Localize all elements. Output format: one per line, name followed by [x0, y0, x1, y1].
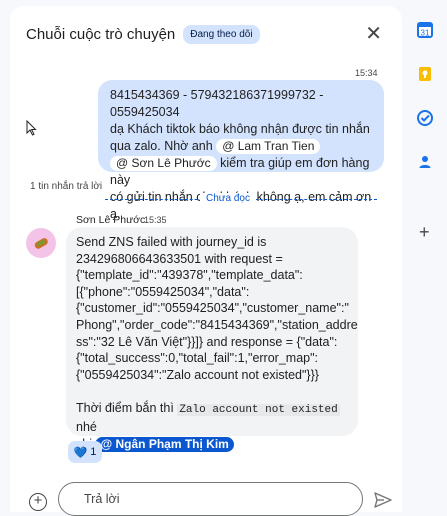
- mention-chip[interactable]: @ Ngân Phạm Thị Kim: [95, 436, 234, 452]
- message-line: chị @ Ngân Phạm Thị Kim: [76, 436, 348, 453]
- inline-code: Zalo account not existed: [177, 404, 340, 417]
- message-time: 15:34: [355, 68, 378, 78]
- contacts-icon[interactable]: [417, 154, 433, 170]
- message-text: qua zalo. Nhờ anh: [110, 139, 217, 153]
- reply-message-bubble: Send ZNS failed with journey_id is 23429…: [66, 227, 358, 452]
- send-icon[interactable]: [374, 492, 392, 508]
- add-icon[interactable]: +: [29, 493, 47, 511]
- avatar[interactable]: [26, 228, 56, 258]
- blue-heart-icon: 💙: [73, 446, 88, 459]
- message-text: Thời điểm bắn thì: [76, 401, 178, 416]
- message-line: ss":"32 Lê Văn Việt"}}]} and response = …: [76, 334, 338, 349]
- calendar-icon[interactable]: 31: [417, 22, 433, 38]
- message-line: {"0559425034":"Zalo account not existed"…: [76, 367, 319, 382]
- thread-title: Chuỗi cuộc trò chuyện: [26, 25, 176, 43]
- message-text: nhé: [76, 419, 97, 434]
- message-line: [{"phone":"0559425034","data":: [76, 284, 250, 299]
- message-time: 15:35: [144, 215, 167, 225]
- mention-chip[interactable]: @ Sơn Lê Phước: [110, 156, 217, 171]
- add-icon[interactable]: +: [419, 222, 430, 243]
- unread-label: Chưa đọc: [200, 193, 256, 204]
- original-message-bubble: 8415434369 - 579432186371999732 - 055942…: [98, 80, 384, 221]
- message-line: dạ Khách tiktok báo không nhận được tin …: [110, 122, 370, 136]
- message-line: {"template_id":"439378","template_data":: [76, 268, 303, 283]
- message-line: 8415434369 - 579432186371999732 - 055942…: [110, 88, 324, 119]
- message-line: @ Sơn Lê Phước kiểm tra giúp em đơn hàng…: [110, 155, 374, 189]
- message-line: Thời điểm bắn thì Zalo account not exist…: [76, 400, 348, 435]
- reply-count: 1 tin nhắn trả lời: [30, 181, 103, 192]
- reaction-count: 1: [90, 446, 97, 458]
- close-icon[interactable]: ✕: [365, 22, 382, 46]
- avatar-icon: [34, 238, 48, 249]
- tasks-icon[interactable]: [417, 110, 433, 126]
- keep-icon[interactable]: [417, 66, 433, 82]
- svg-text:31: 31: [421, 29, 430, 38]
- thread-header: Chuỗi cuộc trò chuyện Đang theo dõi ✕: [26, 20, 388, 48]
- sender-name: Sơn Lê Phước: [76, 214, 146, 226]
- message-line: Phong","order_code":"8415434369","statio…: [76, 317, 358, 332]
- reply-input[interactable]: Trả lời: [58, 482, 363, 516]
- mention-chip[interactable]: @ Lam Tran Tien: [216, 139, 321, 154]
- mouse-cursor-icon: [26, 120, 37, 136]
- message-line: {"customer_id":"0559425034","customer_na…: [76, 301, 349, 316]
- message-line: qua zalo. Nhờ anh @ Lam Tran Tien: [110, 138, 374, 155]
- message-line: {"total_success":0,"total_fail":1,"error…: [76, 351, 319, 366]
- reaction-chip[interactable]: 💙 1: [68, 441, 102, 463]
- message-line: Send ZNS failed with journey_id is: [76, 235, 267, 249]
- message-line: 234296806643633501 with request =: [76, 251, 283, 266]
- follow-status-badge[interactable]: Đang theo dõi: [183, 24, 260, 44]
